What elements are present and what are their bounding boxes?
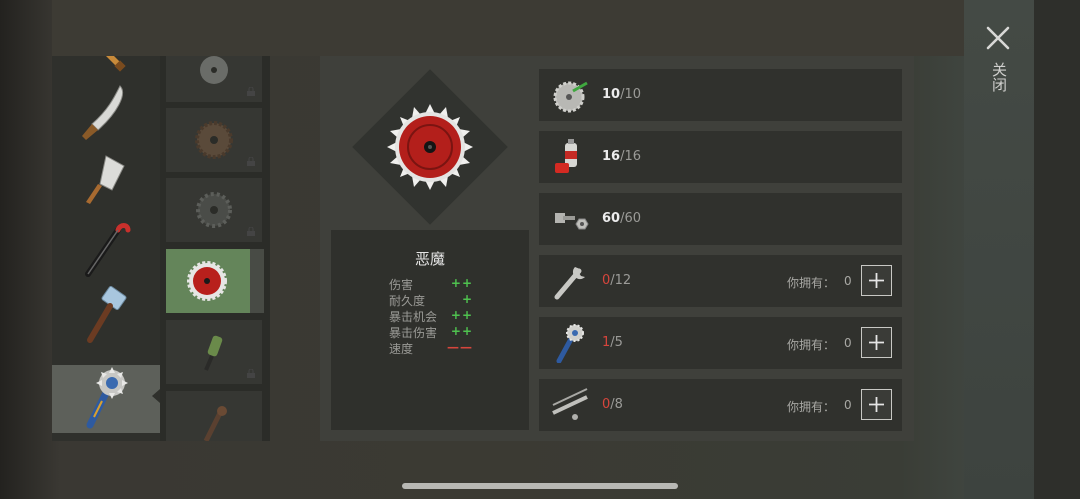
add-saw-mace-part-button[interactable] — [861, 327, 892, 358]
saw-mace-part-icon — [556, 324, 584, 363]
resource-row: 0/12 你拥有： 0 — [539, 255, 902, 307]
resource-count: 16/16 — [602, 149, 642, 164]
weapon-item[interactable] — [52, 146, 160, 214]
lock-icon — [247, 157, 255, 166]
owned-label: 你拥有： — [787, 276, 836, 290]
weapon-list[interactable] — [52, 56, 160, 441]
pipe-parts-icon — [552, 388, 588, 420]
saw-blade-preview-icon — [387, 104, 473, 190]
owned-label: 你拥有： — [787, 400, 836, 414]
resource-row: 60/60 — [539, 193, 902, 245]
resource-row: 1/5 你拥有： 0 — [539, 317, 902, 369]
hammer-icon — [87, 285, 127, 343]
wrench-icon — [554, 267, 585, 300]
stat-value: ++ — [450, 276, 473, 290]
stat-value: ++ — [450, 308, 473, 322]
spray-paint-icon — [555, 139, 577, 173]
lock-icon — [247, 87, 255, 96]
saw-blade-dark-icon — [196, 192, 232, 228]
resource-row: 10/10 — [539, 69, 902, 121]
stat-damage: 伤害 ++ — [389, 276, 473, 292]
green-grip-icon — [204, 335, 223, 371]
add-wrench-button[interactable] — [861, 265, 892, 296]
owned-count: 0 — [844, 336, 852, 350]
stat-value: —— — [447, 340, 473, 354]
attachment-item[interactable] — [166, 320, 262, 384]
stat-value: ++ — [450, 324, 473, 338]
owned-label: 你拥有： — [787, 338, 836, 352]
weapon-info: 恶魔 伤害 ++ 耐久度 + 暴击机会 ++ 暴击伤害 ++ 速度 —— — [331, 230, 529, 430]
saw-blade-red-icon — [187, 261, 227, 301]
home-indicator[interactable] — [402, 483, 678, 489]
resource-count: 0/12 — [602, 273, 632, 288]
close-label[interactable]: 关闭 — [987, 62, 1008, 92]
attachment-item[interactable] — [166, 391, 262, 441]
resource-count: 1/5 — [602, 335, 623, 350]
plus-icon — [869, 397, 884, 412]
stat-crit-damage: 暴击伤害 ++ — [389, 324, 473, 340]
stat-label: 暴击机会 — [389, 310, 438, 324]
resource-row: 16/16 — [539, 131, 902, 183]
attachment-list[interactable] — [160, 56, 270, 441]
bolt-nut-icon — [555, 213, 589, 230]
saw-mace-icon — [86, 367, 128, 429]
top-band — [52, 0, 964, 56]
weapon-item[interactable] — [52, 78, 160, 146]
crowbar-icon — [85, 223, 131, 277]
weapon-item-selected[interactable] — [52, 365, 160, 433]
owned-count: 0 — [844, 274, 852, 288]
stat-speed: 速度 —— — [389, 340, 473, 356]
close-icon[interactable] — [984, 24, 1012, 52]
stat-label: 伤害 — [389, 278, 414, 292]
weapon-item[interactable] — [52, 282, 160, 350]
stat-label: 暴击伤害 — [389, 326, 438, 340]
far-right-edge — [1034, 0, 1080, 499]
resource-count: 10/10 — [602, 87, 642, 102]
cleaver-icon — [86, 155, 125, 204]
resource-count: 60/60 — [602, 211, 642, 226]
rusty-attachment-icon — [203, 406, 227, 441]
add-pipe-parts-button[interactable] — [861, 389, 892, 420]
attachment-item-selected[interactable] — [166, 249, 264, 313]
stat-label: 速度 — [389, 342, 414, 356]
stat-value: + — [461, 292, 473, 306]
machete-icon — [82, 85, 123, 140]
saw-blade-rusty-icon — [195, 121, 233, 159]
attachment-item[interactable] — [166, 56, 262, 102]
stat-label: 耐久度 — [389, 294, 426, 308]
resource-count: 0/8 — [602, 397, 623, 412]
saw-blade-part-icon — [553, 81, 588, 113]
plus-icon — [869, 335, 884, 350]
stat-durability: 耐久度 + — [389, 292, 473, 308]
lock-icon — [247, 369, 255, 378]
weapon-item[interactable] — [52, 214, 160, 282]
stat-crit-chance: 暴击机会 ++ — [389, 308, 473, 324]
resource-row: 0/8 你拥有： 0 — [539, 379, 902, 431]
lock-icon — [247, 227, 255, 236]
attachment-item[interactable] — [166, 108, 262, 172]
weapon-name: 恶魔 — [414, 250, 445, 268]
selection-pointer — [152, 389, 160, 403]
attachment-item[interactable] — [166, 178, 262, 242]
saw-blade-gray-icon — [200, 56, 228, 84]
plus-icon — [869, 273, 884, 288]
owned-count: 0 — [844, 398, 852, 412]
